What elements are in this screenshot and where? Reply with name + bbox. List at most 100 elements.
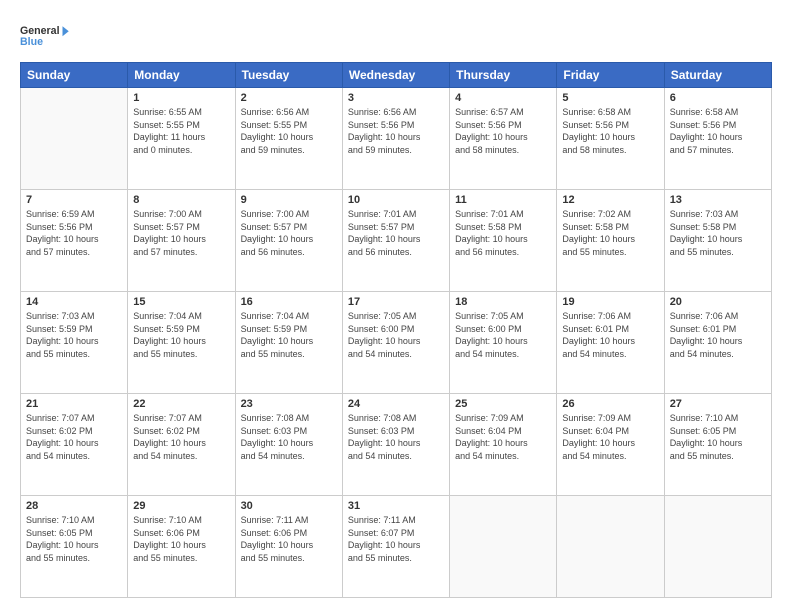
- week-row-3: 14 Sunrise: 7:03 AM Sunset: 5:59 PM Dayli…: [21, 292, 772, 394]
- calendar-cell: 25 Sunrise: 7:09 AM Sunset: 6:04 PM Dayli…: [450, 394, 557, 496]
- day-info: Sunrise: 7:11 AM Sunset: 6:06 PM Dayligh…: [241, 514, 337, 564]
- calendar-cell: [21, 88, 128, 190]
- page: General Blue SundayMondayTuesdayWednesda…: [0, 0, 792, 612]
- day-info: Sunrise: 7:10 AM Sunset: 6:05 PM Dayligh…: [670, 412, 766, 462]
- calendar-cell: 2Sunrise: 6:56 AM Sunset: 5:55 PM Daylig…: [235, 88, 342, 190]
- calendar-cell: 12 Sunrise: 7:02 AM Sunset: 5:58 PM Dayli…: [557, 190, 664, 292]
- day-number: 2: [241, 92, 337, 104]
- week-row-5: 28Sunrise: 7:10 AM Sunset: 6:05 PM Dayli…: [21, 496, 772, 598]
- week-row-4: 21Sunrise: 7:07 AM Sunset: 6:02 PM Dayli…: [21, 394, 772, 496]
- day-number: 17: [348, 296, 444, 308]
- day-number: 15: [133, 296, 229, 308]
- calendar-cell: [450, 496, 557, 598]
- day-number: 29: [133, 500, 229, 512]
- calendar-cell: 14 Sunrise: 7:03 AM Sunset: 5:59 PM Dayli…: [21, 292, 128, 394]
- calendar-cell: 18 Sunrise: 7:05 AM Sunset: 6:00 PM Dayli…: [450, 292, 557, 394]
- day-info: Sunrise: 7:11 AM Sunset: 6:07 PM Dayligh…: [348, 514, 444, 564]
- day-info: Sunrise: 7:10 AM Sunset: 6:06 PM Dayligh…: [133, 514, 229, 564]
- calendar-cell: 9 Sunrise: 7:00 AM Sunset: 5:57 PM Daylig…: [235, 190, 342, 292]
- day-info: Sunrise: 7:07 AM Sunset: 6:02 PM Dayligh…: [133, 412, 229, 462]
- day-info: Sunrise: 7:01 AM Sunset: 5:57 PM Dayligh…: [348, 208, 444, 258]
- day-number: 24: [348, 398, 444, 410]
- week-row-1: 1 Sunrise: 6:55 AM Sunset: 5:55 PM Daylig…: [21, 88, 772, 190]
- calendar-body: 1 Sunrise: 6:55 AM Sunset: 5:55 PM Daylig…: [21, 88, 772, 598]
- day-number: 4: [455, 92, 551, 104]
- day-number: 25: [455, 398, 551, 410]
- day-number: 10: [348, 194, 444, 206]
- calendar-cell: 20 Sunrise: 7:06 AM Sunset: 6:01 PM Dayli…: [664, 292, 771, 394]
- calendar-cell: 26 Sunrise: 7:09 AM Sunset: 6:04 PM Dayli…: [557, 394, 664, 496]
- weekday-header-monday: Monday: [128, 63, 235, 88]
- calendar-cell: [557, 496, 664, 598]
- day-info: Sunrise: 7:09 AM Sunset: 6:04 PM Dayligh…: [455, 412, 551, 462]
- weekday-row: SundayMondayTuesdayWednesdayThursdayFrid…: [21, 63, 772, 88]
- weekday-header-saturday: Saturday: [664, 63, 771, 88]
- day-info: Sunrise: 7:03 AM Sunset: 5:59 PM Dayligh…: [26, 310, 122, 360]
- day-info: Sunrise: 7:02 AM Sunset: 5:58 PM Dayligh…: [562, 208, 658, 258]
- day-info: Sunrise: 7:00 AM Sunset: 5:57 PM Dayligh…: [241, 208, 337, 258]
- day-info: Sunrise: 6:57 AM Sunset: 5:56 PM Dayligh…: [455, 106, 551, 156]
- svg-text:Blue: Blue: [20, 36, 43, 48]
- calendar-cell: 15 Sunrise: 7:04 AM Sunset: 5:59 PM Dayli…: [128, 292, 235, 394]
- day-info: Sunrise: 7:06 AM Sunset: 6:01 PM Dayligh…: [562, 310, 658, 360]
- day-number: 23: [241, 398, 337, 410]
- day-info: Sunrise: 7:00 AM Sunset: 5:57 PM Dayligh…: [133, 208, 229, 258]
- calendar-table: SundayMondayTuesdayWednesdayThursdayFrid…: [20, 62, 772, 598]
- day-info: Sunrise: 7:07 AM Sunset: 6:02 PM Dayligh…: [26, 412, 122, 462]
- day-info: Sunrise: 6:58 AM Sunset: 5:56 PM Dayligh…: [670, 106, 766, 156]
- day-number: 9: [241, 194, 337, 206]
- calendar-cell: 23 Sunrise: 7:08 AM Sunset: 6:03 PM Dayli…: [235, 394, 342, 496]
- calendar-cell: 29 Sunrise: 7:10 AM Sunset: 6:06 PM Dayli…: [128, 496, 235, 598]
- header: General Blue: [20, 18, 772, 52]
- day-info: Sunrise: 6:59 AM Sunset: 5:56 PM Dayligh…: [26, 208, 122, 258]
- calendar-cell: 11 Sunrise: 7:01 AM Sunset: 5:58 PM Dayli…: [450, 190, 557, 292]
- day-info: Sunrise: 6:55 AM Sunset: 5:55 PM Dayligh…: [133, 106, 229, 156]
- day-number: 8: [133, 194, 229, 206]
- day-number: 22: [133, 398, 229, 410]
- calendar-cell: 4 Sunrise: 6:57 AM Sunset: 5:56 PM Daylig…: [450, 88, 557, 190]
- week-row-2: 7 Sunrise: 6:59 AM Sunset: 5:56 PM Daylig…: [21, 190, 772, 292]
- calendar-cell: 6Sunrise: 6:58 AM Sunset: 5:56 PM Daylig…: [664, 88, 771, 190]
- day-info: Sunrise: 7:05 AM Sunset: 6:00 PM Dayligh…: [455, 310, 551, 360]
- day-info: Sunrise: 7:10 AM Sunset: 6:05 PM Dayligh…: [26, 514, 122, 564]
- day-number: 11: [455, 194, 551, 206]
- day-number: 19: [562, 296, 658, 308]
- day-number: 1: [133, 92, 229, 104]
- day-number: 30: [241, 500, 337, 512]
- calendar-cell: 5Sunrise: 6:58 AM Sunset: 5:56 PM Daylig…: [557, 88, 664, 190]
- calendar-cell: 8 Sunrise: 7:00 AM Sunset: 5:57 PM Daylig…: [128, 190, 235, 292]
- svg-text:General: General: [20, 25, 60, 37]
- day-info: Sunrise: 7:09 AM Sunset: 6:04 PM Dayligh…: [562, 412, 658, 462]
- day-number: 14: [26, 296, 122, 308]
- calendar-cell: 17Sunrise: 7:05 AM Sunset: 6:00 PM Dayli…: [342, 292, 449, 394]
- calendar-cell: 7 Sunrise: 6:59 AM Sunset: 5:56 PM Daylig…: [21, 190, 128, 292]
- calendar-cell: 19 Sunrise: 7:06 AM Sunset: 6:01 PM Dayli…: [557, 292, 664, 394]
- day-number: 20: [670, 296, 766, 308]
- calendar-cell: 28Sunrise: 7:10 AM Sunset: 6:05 PM Dayli…: [21, 496, 128, 598]
- calendar-cell: 10 Sunrise: 7:01 AM Sunset: 5:57 PM Dayli…: [342, 190, 449, 292]
- day-number: 3: [348, 92, 444, 104]
- weekday-header-sunday: Sunday: [21, 63, 128, 88]
- logo-svg: General Blue: [20, 18, 70, 52]
- day-info: Sunrise: 7:01 AM Sunset: 5:58 PM Dayligh…: [455, 208, 551, 258]
- day-info: Sunrise: 7:03 AM Sunset: 5:58 PM Dayligh…: [670, 208, 766, 258]
- calendar-cell: 30 Sunrise: 7:11 AM Sunset: 6:06 PM Dayli…: [235, 496, 342, 598]
- calendar-cell: 13Sunrise: 7:03 AM Sunset: 5:58 PM Dayli…: [664, 190, 771, 292]
- day-info: Sunrise: 6:56 AM Sunset: 5:56 PM Dayligh…: [348, 106, 444, 156]
- day-number: 12: [562, 194, 658, 206]
- weekday-header-wednesday: Wednesday: [342, 63, 449, 88]
- calendar-cell: 24Sunrise: 7:08 AM Sunset: 6:03 PM Dayli…: [342, 394, 449, 496]
- calendar-cell: 31 Sunrise: 7:11 AM Sunset: 6:07 PM Dayli…: [342, 496, 449, 598]
- day-number: 31: [348, 500, 444, 512]
- day-info: Sunrise: 7:06 AM Sunset: 6:01 PM Dayligh…: [670, 310, 766, 360]
- calendar-cell: 16Sunrise: 7:04 AM Sunset: 5:59 PM Dayli…: [235, 292, 342, 394]
- day-info: Sunrise: 7:04 AM Sunset: 5:59 PM Dayligh…: [133, 310, 229, 360]
- day-number: 26: [562, 398, 658, 410]
- day-info: Sunrise: 7:04 AM Sunset: 5:59 PM Dayligh…: [241, 310, 337, 360]
- day-number: 18: [455, 296, 551, 308]
- calendar-header: SundayMondayTuesdayWednesdayThursdayFrid…: [21, 63, 772, 88]
- day-number: 7: [26, 194, 122, 206]
- weekday-header-thursday: Thursday: [450, 63, 557, 88]
- day-info: Sunrise: 7:08 AM Sunset: 6:03 PM Dayligh…: [241, 412, 337, 462]
- weekday-header-friday: Friday: [557, 63, 664, 88]
